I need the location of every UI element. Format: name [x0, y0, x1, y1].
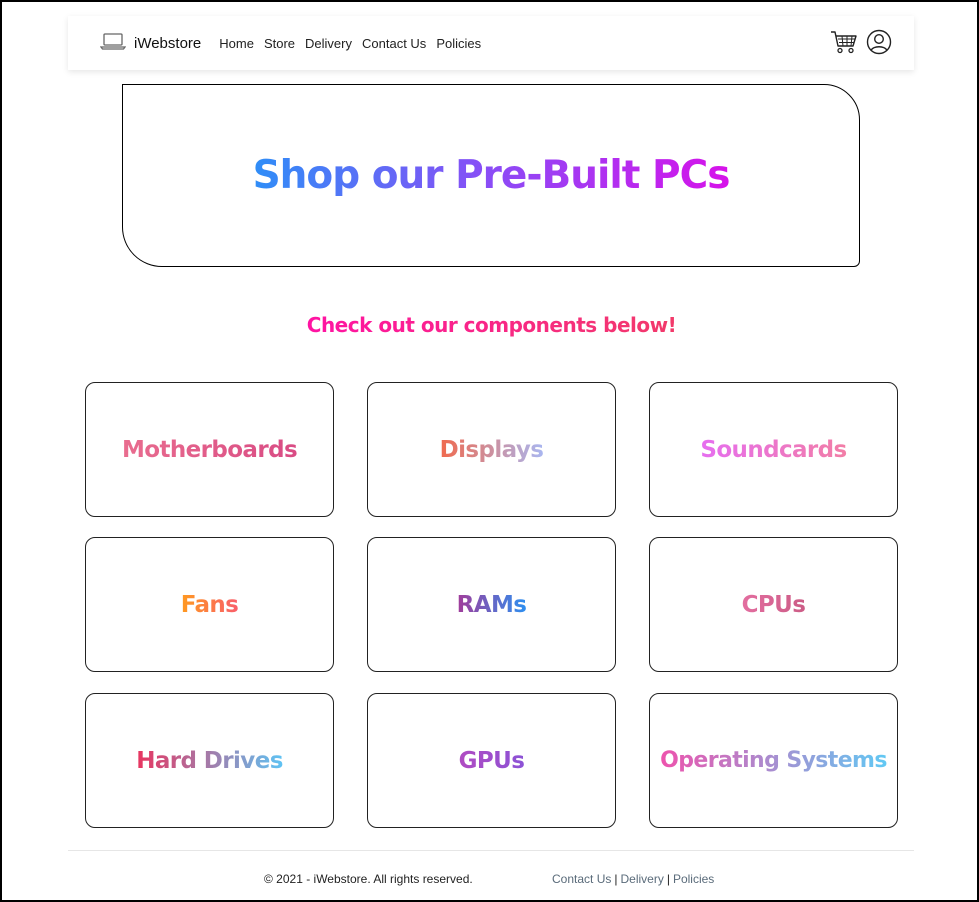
footer-divider [68, 850, 914, 851]
laptop-icon [99, 32, 127, 55]
category-label: Motherboards [121, 436, 298, 463]
category-label: Hard Drives [136, 747, 283, 774]
category-label: Soundcards [700, 436, 847, 463]
footer-links: Contact Us | Delivery | Policies [552, 872, 714, 886]
top-navbar: iWebstore Home Store Delivery Contact Us… [68, 16, 914, 70]
category-card-operating-systems[interactable]: Operating Systems [649, 693, 898, 828]
category-label: RAMs [456, 591, 527, 618]
cart-icon[interactable] [830, 29, 858, 60]
category-card-displays[interactable]: Displays [367, 382, 616, 517]
footer-copyright: © 2021 - iWebstore. All rights reserved. [264, 872, 473, 886]
nav-links: Home Store Delivery Contact Us Policies [219, 36, 491, 51]
brand-link[interactable]: iWebstore [99, 32, 202, 55]
brand-name: iWebstore [134, 34, 202, 52]
category-card-gpus[interactable]: GPUs [367, 693, 616, 828]
footer-policies-link[interactable]: Policies [673, 872, 714, 886]
components-subtitle: Check out our components below! [2, 313, 979, 337]
nav-delivery[interactable]: Delivery [305, 36, 352, 51]
nav-policies[interactable]: Policies [436, 36, 481, 51]
hero-title: Shop our Pre-Built PCs [252, 153, 731, 198]
hero-banner: Shop our Pre-Built PCs [122, 84, 860, 267]
category-label: CPUs [741, 591, 806, 618]
nav-contact-us[interactable]: Contact Us [362, 36, 426, 51]
category-label: Operating Systems [660, 748, 887, 773]
category-label: GPUs [458, 747, 525, 774]
category-card-rams[interactable]: RAMs [367, 537, 616, 672]
footer-delivery-link[interactable]: Delivery [620, 872, 663, 886]
category-card-hard-drives[interactable]: Hard Drives [85, 693, 334, 828]
category-card-cpus[interactable]: CPUs [649, 537, 898, 672]
nav-icons [830, 29, 892, 60]
category-card-fans[interactable]: Fans [85, 537, 334, 672]
category-card-soundcards[interactable]: Soundcards [649, 382, 898, 517]
nav-home[interactable]: Home [219, 36, 254, 51]
footer-contact-us-link[interactable]: Contact Us [552, 872, 611, 886]
category-label: Fans [180, 591, 239, 618]
components-subtitle-text: Check out our components below! [306, 313, 677, 337]
user-icon[interactable] [866, 29, 892, 60]
footer-separator: | [666, 872, 670, 886]
category-label: Displays [439, 436, 544, 463]
nav-store[interactable]: Store [264, 36, 295, 51]
category-card-motherboards[interactable]: Motherboards [85, 382, 334, 517]
